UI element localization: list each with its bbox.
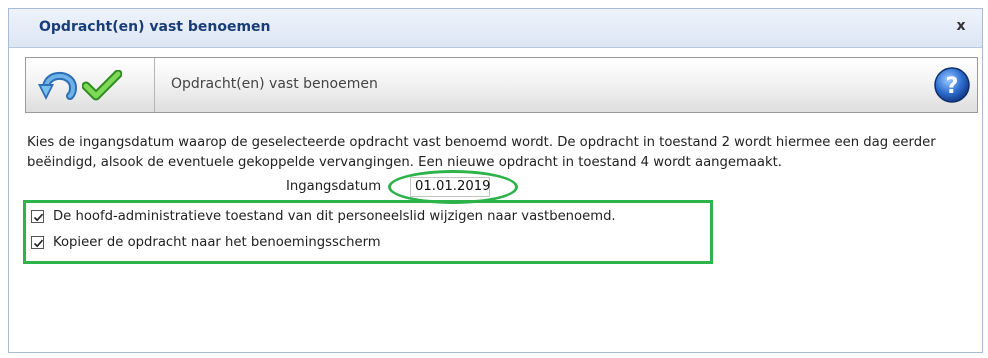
date-input[interactable]: 01.01.2019 — [410, 177, 491, 197]
window-title: Opdracht(en) vast benoemen — [39, 19, 271, 35]
checkmark-icon[interactable] — [82, 70, 122, 102]
svg-text:?: ? — [946, 74, 959, 99]
close-button[interactable]: x — [952, 17, 970, 35]
check-mark-icon — [33, 213, 44, 222]
checkbox-copy[interactable] — [31, 236, 44, 249]
dialog-window: Opdracht(en) vast benoemen x Opdracht(en… — [8, 8, 983, 353]
title-bar: Opdracht(en) vast benoemen x — [9, 9, 982, 48]
checkbox-label: Kopieer de opdracht naar het benoemingss… — [53, 235, 381, 250]
toolbar-title: Opdracht(en) vast benoemen — [171, 76, 378, 92]
undo-icon[interactable] — [36, 66, 80, 106]
toolbar-icon-group — [26, 58, 155, 112]
toolbar: Opdracht(en) vast benoemen ? — [25, 57, 978, 113]
check-mark-icon — [33, 239, 44, 248]
date-label: Ingangsdatum — [286, 179, 382, 194]
help-icon[interactable]: ? — [933, 66, 971, 104]
description-text: Kies de ingangsdatum waarop de geselecte… — [27, 135, 936, 170]
checkbox-status[interactable] — [31, 210, 44, 223]
checkbox-label: De hoofd-administratieve toestand van di… — [53, 209, 616, 224]
